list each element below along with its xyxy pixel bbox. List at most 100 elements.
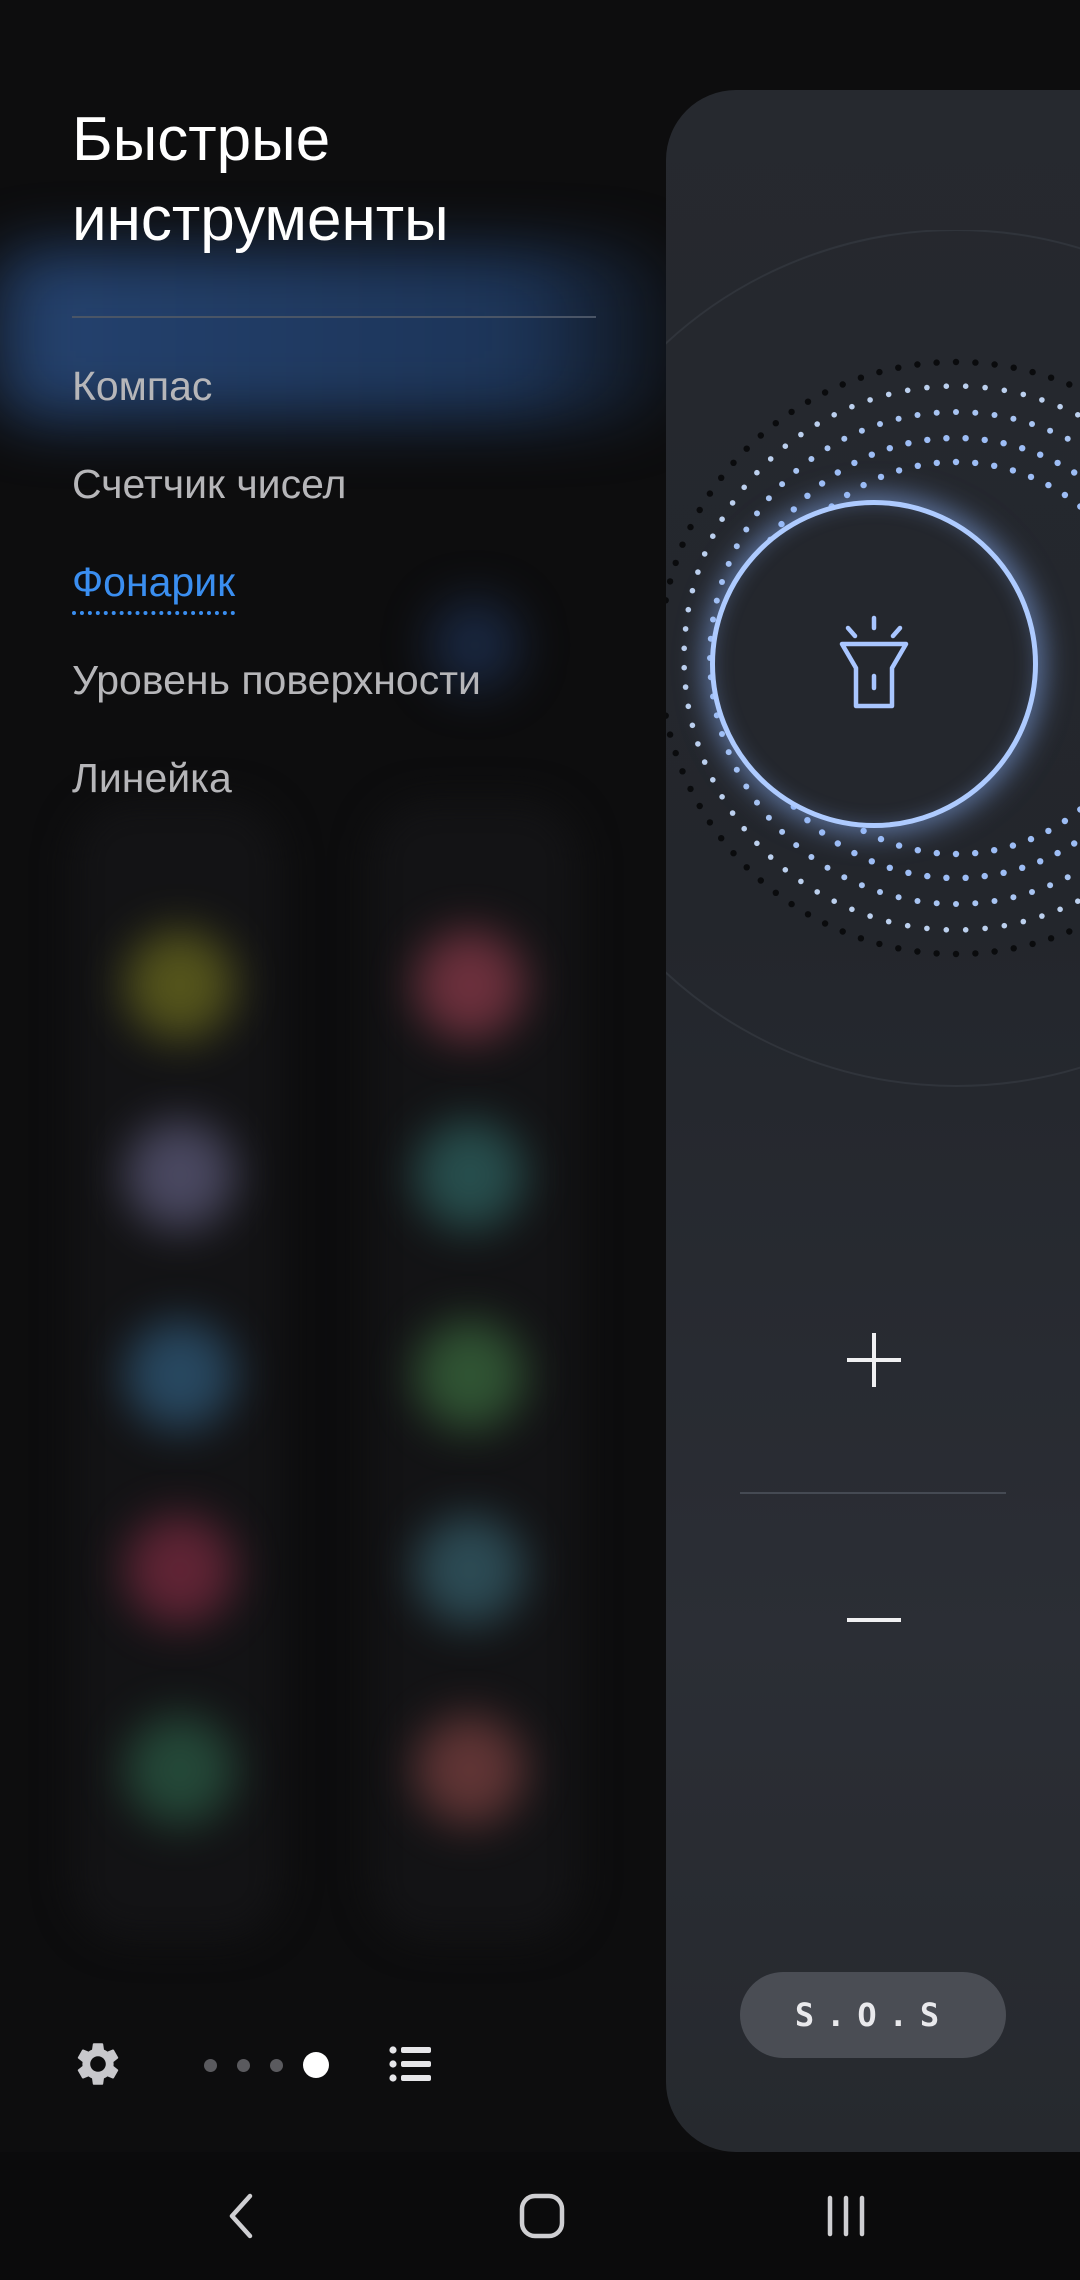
- dial-dot: [779, 828, 786, 835]
- dial-dot: [877, 421, 883, 427]
- back-icon[interactable]: [212, 2190, 272, 2242]
- dial-dot: [679, 768, 686, 775]
- dial-dot: [1039, 397, 1045, 403]
- dial-dot: [757, 432, 764, 439]
- page-dot-current: [303, 2052, 329, 2078]
- dial-dot: [741, 484, 747, 491]
- dial-dot: [1047, 882, 1054, 889]
- dial-dot: [681, 645, 687, 652]
- dial-dot: [1037, 858, 1044, 865]
- dial-dot: [695, 741, 701, 747]
- menu-title: Быстрые инструменты: [72, 105, 449, 254]
- dial-dot: [824, 864, 831, 871]
- dial-dot: [943, 874, 950, 881]
- dial-dot: [1000, 440, 1007, 447]
- dial-dot: [877, 889, 883, 895]
- dial-dot: [798, 431, 804, 438]
- dial-dot: [914, 462, 921, 469]
- dial-dot: [713, 597, 720, 604]
- dial-dot: [962, 383, 969, 389]
- dial-dot: [1001, 922, 1008, 929]
- dial-dot: [1027, 835, 1035, 843]
- dial-dot: [877, 835, 885, 843]
- dial-dot: [1027, 473, 1035, 481]
- menu-item-ruler[interactable]: Линейка: [72, 748, 481, 846]
- menu-item-compass[interactable]: Компас: [72, 356, 481, 454]
- dial-dot: [868, 451, 875, 458]
- dial-dot: [885, 918, 892, 925]
- dial-dot: [1029, 368, 1036, 376]
- dial-dot: [886, 445, 893, 452]
- blurred-app-icon: [125, 1120, 235, 1230]
- dial-dot: [914, 898, 921, 904]
- tool-menu: Компас Счетчик чисел Фонарик Уровень пов…: [72, 356, 481, 846]
- home-icon[interactable]: [512, 2190, 572, 2242]
- dial-dot: [730, 850, 737, 857]
- dial-dot: [689, 722, 696, 729]
- dial-dot: [972, 459, 979, 467]
- dial-dot: [1009, 467, 1017, 474]
- navigation-bar: [0, 2152, 1080, 2280]
- blurred-app-icon: [125, 1320, 235, 1430]
- dial-dot: [666, 597, 669, 604]
- minus-icon: [847, 1618, 901, 1622]
- gear-icon[interactable]: [72, 2038, 124, 2090]
- dial-dot: [868, 858, 875, 865]
- dial-dot: [772, 889, 779, 896]
- dial-dot: [1061, 491, 1069, 499]
- list-icon[interactable]: [388, 2044, 432, 2084]
- dial-dot: [793, 467, 800, 474]
- dial-dot: [730, 459, 737, 466]
- dial-dot: [719, 794, 725, 800]
- flashlight-toggle-button[interactable]: [710, 500, 1038, 828]
- dial-dot: [814, 421, 820, 427]
- dial-dot: [839, 381, 846, 388]
- menu-item-tally-counter[interactable]: Счетчик чисел: [72, 454, 481, 552]
- dial-dot: [886, 864, 893, 871]
- panel-divider: [740, 1492, 1006, 1494]
- dial-dot: [933, 900, 940, 907]
- blurred-app-icon: [415, 1320, 525, 1430]
- brightness-increase-button[interactable]: [844, 1330, 904, 1390]
- dial-dot: [733, 543, 740, 550]
- dial-dot: [991, 361, 998, 368]
- dial-dot: [685, 606, 692, 613]
- dial-dot: [905, 869, 912, 876]
- dial-dot: [689, 587, 696, 594]
- recents-icon[interactable]: [816, 2190, 876, 2242]
- dial-dot: [933, 849, 940, 857]
- dial-dot: [757, 877, 764, 884]
- dial-dot: [818, 829, 826, 836]
- dial-dot: [1047, 427, 1054, 434]
- menu-item-label: Фонарик: [72, 555, 236, 615]
- dial-dot: [860, 827, 867, 835]
- dial-dot: [772, 420, 779, 427]
- dial-dot: [729, 810, 736, 816]
- dial-dot: [1047, 935, 1055, 942]
- dial-dot: [1057, 403, 1063, 410]
- dial-dot: [1029, 421, 1035, 427]
- dial-dot: [1020, 918, 1027, 925]
- brightness-decrease-button[interactable]: [844, 1590, 904, 1650]
- menu-item-flashlight[interactable]: Фонарик: [72, 552, 481, 650]
- dial-dot: [1054, 459, 1061, 467]
- dial-dot: [1019, 864, 1026, 871]
- menu-item-level[interactable]: Уровень поверхности: [72, 650, 481, 748]
- sos-button[interactable]: S.O.S: [740, 1972, 1006, 2058]
- dial-dot: [743, 526, 750, 533]
- dial-dot: [1075, 898, 1080, 904]
- dial-dot: [788, 408, 795, 416]
- page-dot: [270, 2058, 283, 2072]
- dial-dot: [895, 415, 902, 422]
- dial-dot: [767, 854, 774, 860]
- dial-dot: [831, 412, 837, 418]
- dial-dot: [1010, 894, 1017, 901]
- dial-dot: [1045, 827, 1052, 835]
- dial-dot: [743, 445, 750, 452]
- dial-dot: [1045, 481, 1052, 489]
- dial-dot: [857, 935, 865, 942]
- dial-dot: [851, 459, 858, 467]
- dial-dot: [857, 374, 865, 381]
- dial-dot: [743, 864, 750, 871]
- dial-dot: [1071, 469, 1078, 476]
